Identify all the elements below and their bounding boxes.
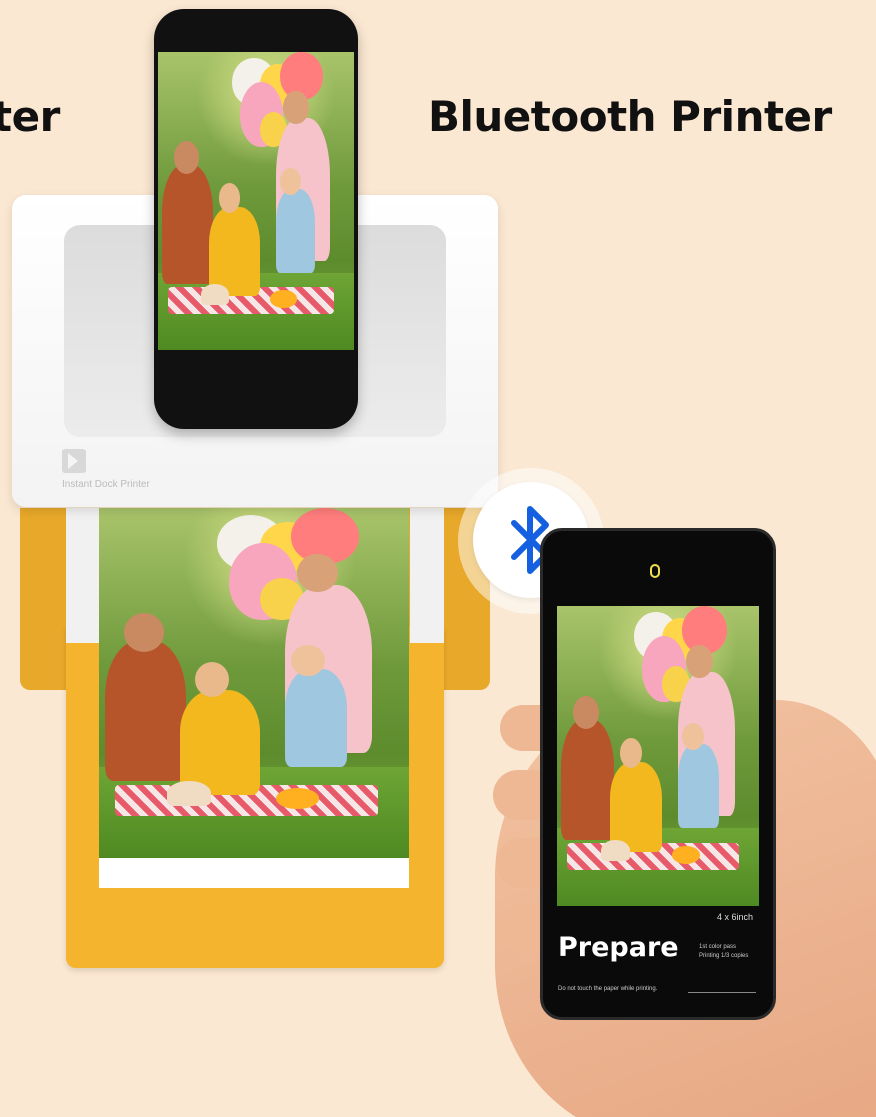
photo-size-label: 4 x 6inch xyxy=(717,912,754,922)
tray-rail-right xyxy=(410,508,444,643)
left-heading: ter xyxy=(0,92,60,141)
docked-phone-screen xyxy=(158,52,354,350)
printed-photo xyxy=(99,508,409,858)
divider xyxy=(688,992,756,993)
print-status-line: 1st color pass xyxy=(699,944,737,950)
phone-camera-icon xyxy=(650,564,660,578)
print-status-line: Printing 1/3 copies xyxy=(699,953,749,959)
handheld-phone-photo xyxy=(557,606,759,906)
printer-label: Instant Dock Printer xyxy=(62,479,150,490)
prepare-title: Prepare xyxy=(558,932,679,963)
tray-rail-left xyxy=(66,508,100,643)
right-heading: Bluetooth Printer xyxy=(428,92,832,141)
kodak-logo-icon xyxy=(62,449,86,473)
print-status: 1st color pass Printing 1/3 copies xyxy=(699,943,763,961)
